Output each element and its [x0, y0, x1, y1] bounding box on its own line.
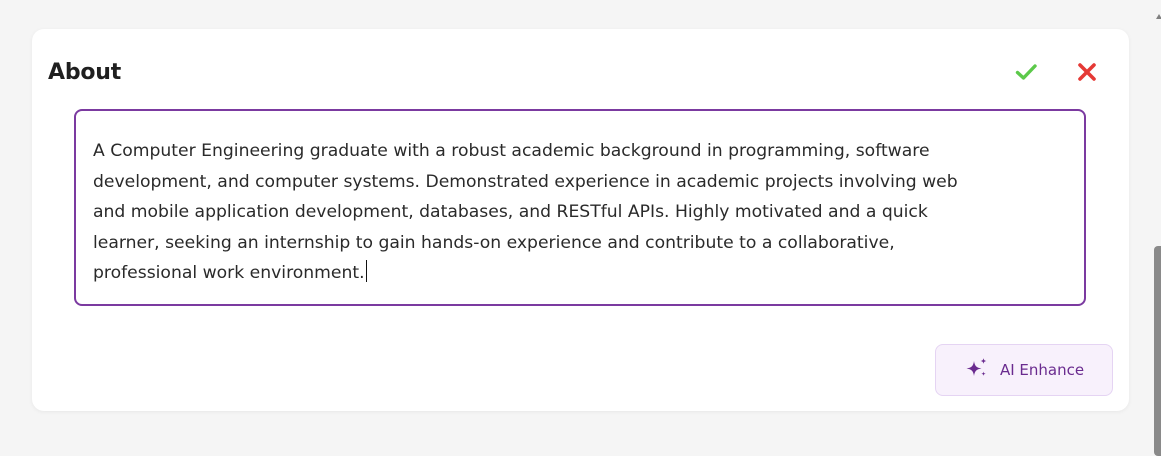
scroll-up-arrow-icon[interactable] [1156, 14, 1161, 19]
cancel-button[interactable] [1072, 59, 1102, 89]
check-icon [1014, 60, 1038, 89]
confirm-button[interactable] [1011, 59, 1041, 89]
sparkles-icon [964, 356, 990, 385]
ai-enhance-button[interactable]: AI Enhance [935, 344, 1113, 396]
scrollbar-thumb[interactable] [1154, 246, 1161, 456]
about-textarea[interactable]: A Computer Engineering graduate with a r… [74, 109, 1086, 306]
about-card: About A Computer Engineering graduate wi… [32, 29, 1129, 411]
about-text: A Computer Engineering graduate with a r… [93, 141, 958, 283]
ai-enhance-label: AI Enhance [999, 361, 1085, 379]
text-caret [365, 260, 368, 282]
page: About A Computer Engineering graduate wi… [0, 0, 1161, 456]
section-title: About [48, 60, 122, 85]
close-icon [1076, 61, 1098, 88]
